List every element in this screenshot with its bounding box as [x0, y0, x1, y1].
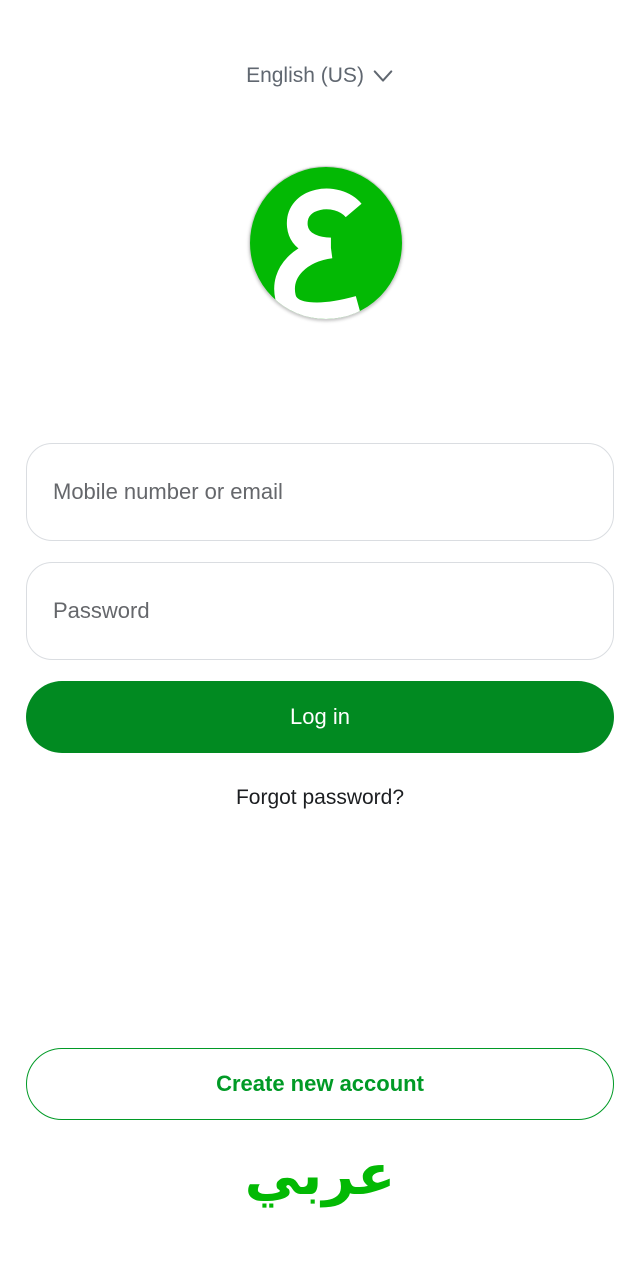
- email-input[interactable]: [27, 444, 613, 540]
- login-button[interactable]: Log in: [26, 681, 614, 753]
- create-account-button[interactable]: Create new account: [26, 1048, 614, 1120]
- password-input[interactable]: [27, 563, 613, 659]
- password-field[interactable]: [26, 562, 614, 660]
- arabic-ain-letter-logo: [274, 188, 362, 319]
- chevron-down-icon: [372, 65, 394, 87]
- brand-wordmark: عربي: [244, 1143, 396, 1208]
- language-selector[interactable]: English (US): [0, 58, 640, 94]
- language-label: English (US): [246, 64, 364, 87]
- app-logo: [249, 166, 403, 320]
- forgot-password-link[interactable]: Forgot password?: [0, 786, 640, 810]
- email-field[interactable]: [26, 443, 614, 541]
